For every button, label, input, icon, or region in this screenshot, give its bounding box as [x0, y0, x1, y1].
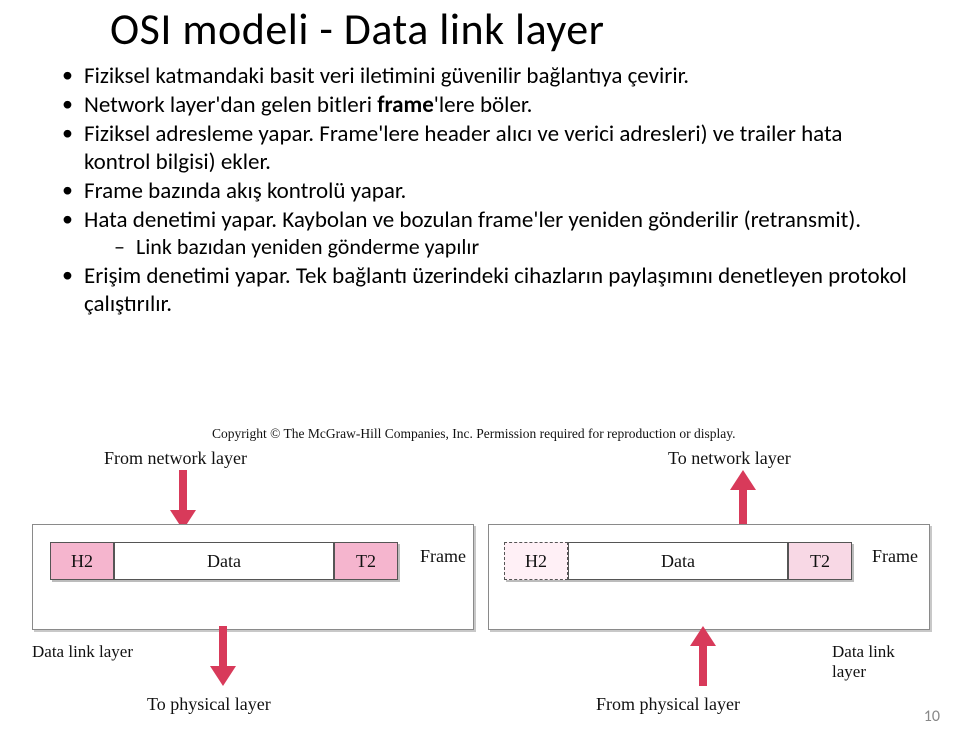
- label-from-physical: From physical layer: [596, 694, 740, 715]
- frame-right: H2 Data T2: [504, 542, 864, 582]
- bullet-item: Fiziksel adresleme yapar. Frame'lere hea…: [58, 120, 910, 176]
- bullet-list: Fiziksel katmandaki basit veri iletimini…: [58, 62, 910, 318]
- arrow-up-icon: [732, 470, 754, 530]
- label-frame: Frame: [872, 546, 918, 567]
- frame-left: H2 Data T2: [50, 542, 410, 582]
- bullet-text: 'lere böler.: [434, 91, 533, 119]
- segment-h2: H2: [504, 542, 568, 580]
- bullet-item: Network layer'dan gelen bitleri frame'le…: [58, 91, 910, 119]
- bullet-text: Hata denetimi yapar. Kaybolan ve bozulan…: [84, 206, 861, 234]
- label-frame: Frame: [420, 546, 466, 567]
- label-to-network: To network layer: [668, 448, 791, 469]
- label-data-link-layer: Data link layer: [832, 642, 932, 682]
- sub-item: Link bazıdan yeniden gönderme yapılır: [114, 234, 910, 261]
- bullet-text: Network layer'dan gelen bitleri: [84, 91, 377, 119]
- segment-t2: T2: [334, 542, 398, 580]
- segment-data: Data: [114, 542, 334, 580]
- label-from-network: From network layer: [104, 448, 247, 469]
- diagram: Copyright © The McGraw-Hill Companies, I…: [32, 426, 932, 722]
- segment-h2: H2: [50, 542, 114, 580]
- arrow-up-icon: [692, 626, 714, 686]
- arrow-down-icon: [212, 626, 234, 686]
- segment-data: Data: [568, 542, 788, 580]
- bullet-item: Erişim denetimi yapar. Tek bağlantı üzer…: [58, 262, 910, 318]
- sub-list: Link bazıdan yeniden gönderme yapılır: [114, 234, 910, 261]
- segment-t2: T2: [788, 542, 852, 580]
- slide-title: OSI modeli - Data link layer: [110, 2, 910, 56]
- arrow-down-icon: [172, 470, 194, 530]
- label-to-physical: To physical layer: [147, 694, 271, 715]
- copyright-text: Copyright © The McGraw-Hill Companies, I…: [212, 426, 736, 442]
- bullet-item: Frame bazında akış kontrolü yapar.: [58, 177, 910, 205]
- page-number: 10: [924, 707, 940, 726]
- bullet-item: Fiziksel katmandaki basit veri iletimini…: [58, 62, 910, 90]
- bullet-bold: frame: [377, 91, 434, 119]
- bullet-item: Hata denetimi yapar. Kaybolan ve bozulan…: [58, 206, 910, 261]
- label-data-link-layer: Data link layer: [32, 642, 133, 662]
